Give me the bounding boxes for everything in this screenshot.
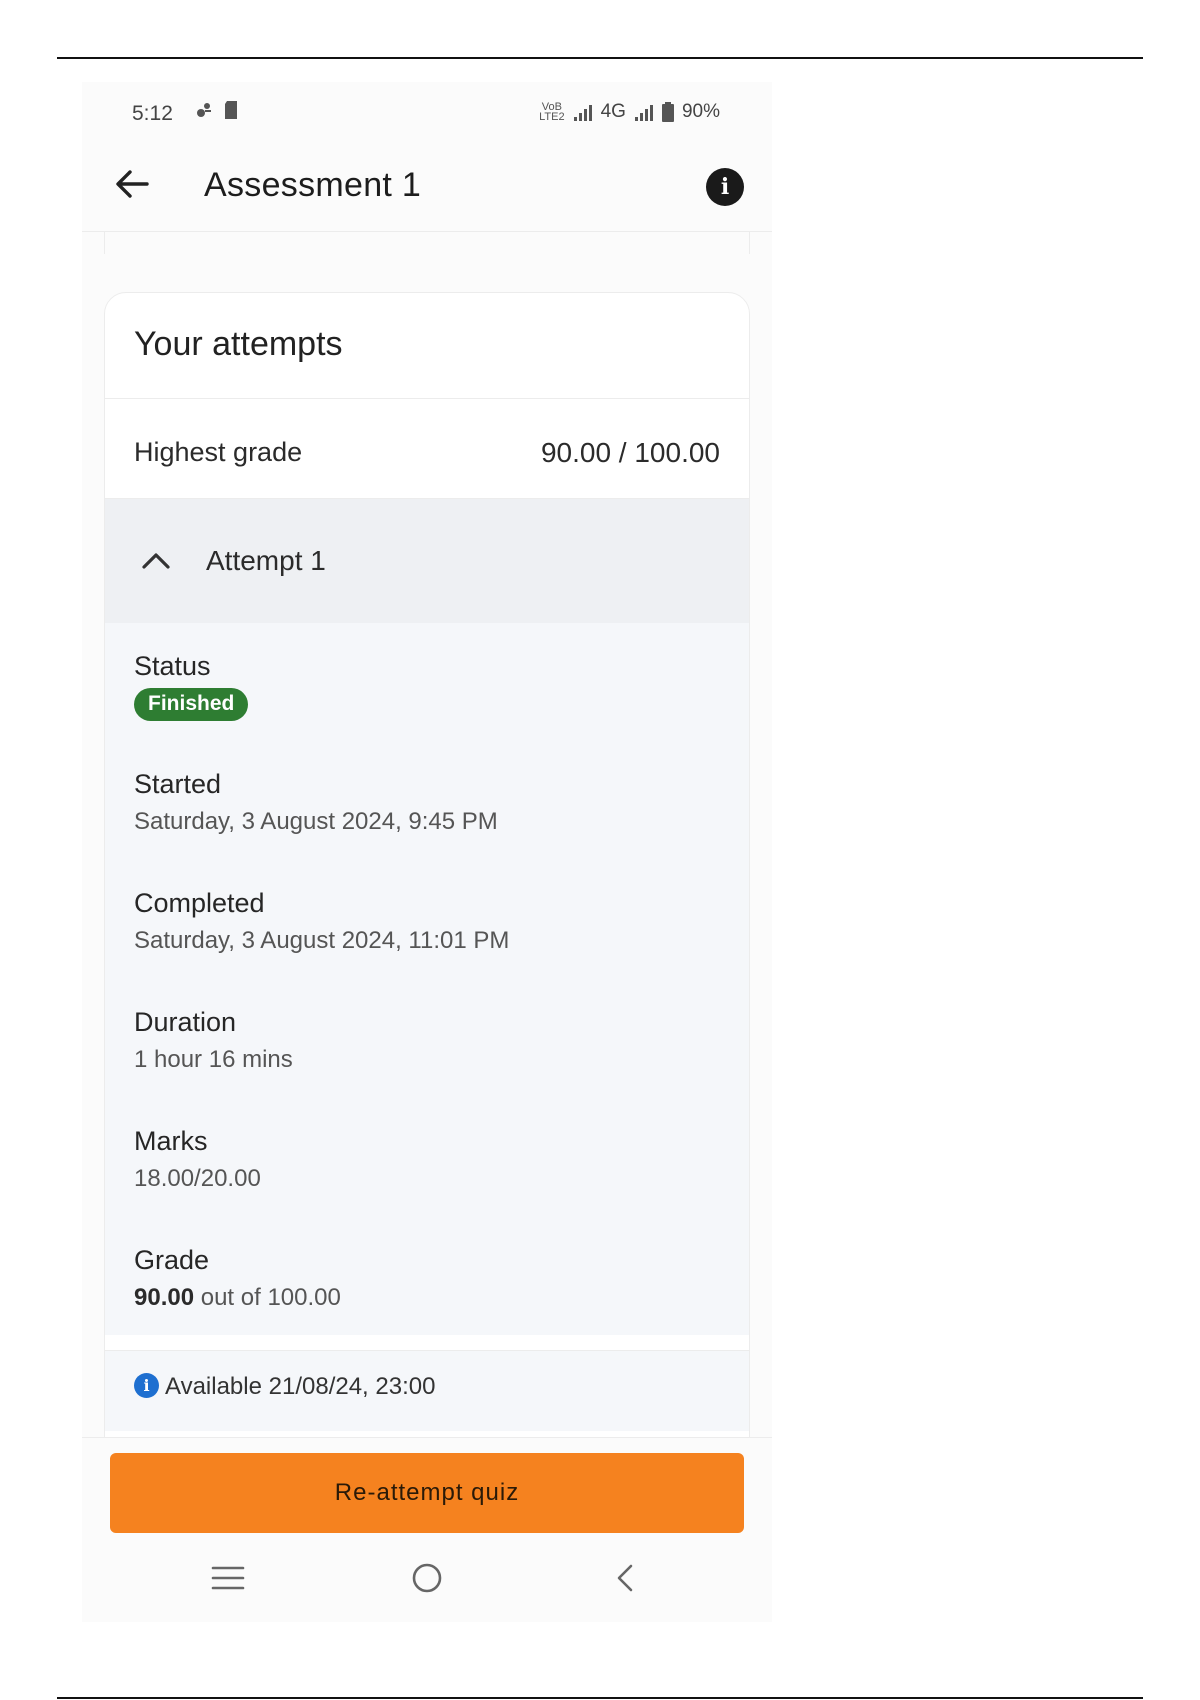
grade-value: 90.00 out of 100.00	[134, 1284, 341, 1312]
arrow-left-icon	[116, 170, 149, 198]
status-bar: 5:12 VoB LTE2 4G 90%	[82, 82, 772, 142]
duration-label: Duration	[134, 1007, 237, 1037]
status-label: Status	[134, 651, 211, 681]
duration-field: Duration 1 hour 16 mins	[134, 1007, 293, 1074]
marks-field: Marks 18.00/20.00	[134, 1126, 261, 1193]
attempt-title: Attempt 1	[206, 545, 326, 576]
started-label: Started	[134, 769, 222, 799]
app-bar: Assessment 1 i	[82, 142, 772, 232]
highest-grade-value: 90.00 / 100.00	[540, 437, 720, 468]
signal-strength-icon	[573, 105, 592, 121]
reattempt-quiz-button[interactable]: Re-attempt quiz	[110, 1453, 744, 1533]
volte-label: VoB LTE2	[539, 101, 565, 123]
network-type: 4G	[600, 101, 626, 122]
marks-label: Marks	[134, 1126, 208, 1156]
attempt-details: Status Finished Started Saturday, 3 Augu…	[105, 623, 749, 1335]
card-title: Your attempts	[105, 293, 749, 399]
home-circle-icon	[412, 1563, 442, 1593]
back-button[interactable]	[112, 164, 152, 204]
home-button[interactable]	[407, 1558, 447, 1598]
chevron-up-icon	[142, 553, 170, 569]
battery-icon	[661, 102, 674, 122]
highest-grade-label: Highest grade	[134, 437, 303, 467]
status-time: 5:12	[132, 102, 173, 125]
status-field: Status Finished	[134, 651, 249, 721]
signal-strength-icon-2	[634, 105, 653, 121]
highest-grade-row: Highest grade 90.00 / 100.00	[105, 399, 749, 499]
grade-field: Grade 90.00 out of 100.00	[134, 1245, 341, 1312]
page-title: Assessment 1	[204, 166, 422, 204]
status-badge: Finished	[134, 688, 249, 721]
attempt-toggle[interactable]: Attempt 1	[105, 499, 749, 623]
chevron-left-icon	[617, 1564, 633, 1592]
availability-text: Available 21/08/24, 23:00	[165, 1373, 436, 1400]
system-nav-bar	[82, 1548, 772, 1608]
battery-level: 90%	[681, 101, 720, 122]
info-icon: i	[720, 174, 730, 200]
completed-field: Completed Saturday, 3 August 2024, 11:01…	[134, 888, 509, 955]
completed-label: Completed	[134, 888, 265, 918]
system-back-button[interactable]	[605, 1558, 645, 1598]
duration-value: 1 hour 16 mins	[134, 1046, 293, 1073]
notification-icon	[197, 103, 211, 117]
menu-lines-icon	[211, 1566, 245, 1590]
page-top-rule	[57, 57, 1143, 59]
started-value: Saturday, 3 August 2024, 9:45 PM	[134, 808, 498, 835]
grade-score: 90.00	[134, 1284, 195, 1311]
phone-screen: 5:12 VoB LTE2 4G 90% Assessment 1 i Your…	[82, 82, 772, 1622]
attempts-card: Your attempts Highest grade 90.00 / 100.…	[104, 292, 750, 1472]
grade-label: Grade	[134, 1245, 210, 1275]
sim-card-icon	[225, 101, 237, 119]
info-circle-icon: i	[134, 1373, 159, 1398]
availability-row: i Available 21/08/24, 23:00	[105, 1351, 749, 1431]
marks-value: 18.00/20.00	[134, 1165, 261, 1192]
recent-apps-button[interactable]	[208, 1558, 248, 1598]
completed-value: Saturday, 3 August 2024, 11:01 PM	[134, 927, 510, 954]
started-field: Started Saturday, 3 August 2024, 9:45 PM	[134, 769, 498, 836]
grade-out-of: out of 100.00	[194, 1284, 341, 1311]
section-divider	[105, 1335, 749, 1351]
page-bottom-rule	[57, 1697, 1143, 1699]
info-button[interactable]: i	[706, 168, 744, 206]
bottom-action-bar: Re-attempt quiz	[82, 1437, 772, 1622]
